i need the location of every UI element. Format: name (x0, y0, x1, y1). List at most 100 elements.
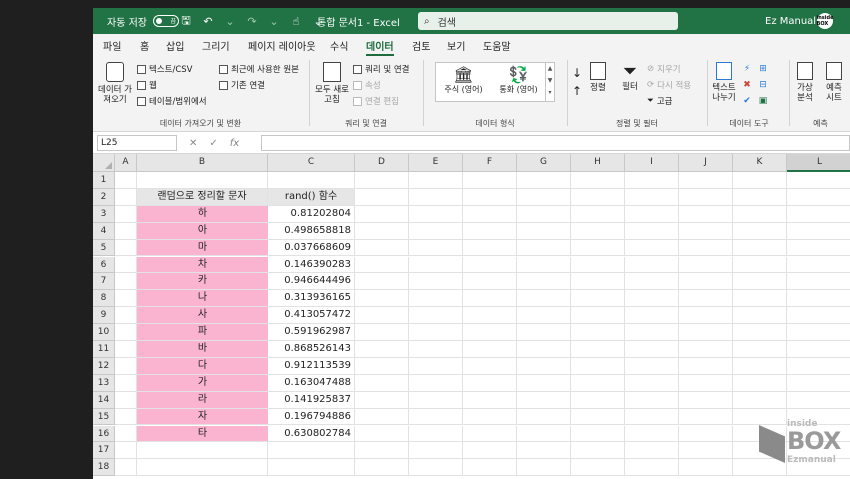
cell[interactable] (733, 205, 787, 223)
cell[interactable] (679, 408, 733, 426)
tab-data[interactable]: 데이터 (366, 38, 394, 56)
cell[interactable] (463, 442, 517, 460)
cell[interactable] (355, 273, 409, 291)
tab-help[interactable]: 도움말 (483, 38, 511, 53)
redo-icon[interactable]: ↷ (245, 14, 259, 28)
touch-mode-icon[interactable]: ☝ (289, 14, 303, 28)
letter-cell[interactable]: 가 (137, 374, 268, 392)
row-header-1[interactable]: 1 (93, 172, 115, 189)
cell[interactable] (137, 459, 268, 477)
row-header-10[interactable]: 10 (93, 324, 115, 341)
text-csv-button[interactable]: 텍스트/CSV (137, 63, 192, 75)
letter-cell[interactable]: 다 (137, 357, 268, 375)
row-header-17[interactable]: 17 (93, 442, 115, 460)
cell[interactable] (517, 341, 571, 358)
cell[interactable] (517, 391, 571, 409)
cell[interactable] (787, 341, 850, 358)
letter-cell[interactable]: 자 (137, 408, 268, 426)
header-cell-b2[interactable]: 랜덤으로 정리할 문자 (137, 188, 268, 206)
cell[interactable] (355, 290, 409, 308)
cell[interactable] (625, 442, 679, 460)
cell[interactable] (463, 256, 517, 274)
cell[interactable] (115, 442, 137, 460)
cell[interactable] (463, 341, 517, 358)
rand-cell[interactable]: 0.141925837 (268, 391, 355, 409)
tab-insert[interactable]: 삽입 (166, 38, 184, 53)
cell[interactable] (115, 205, 137, 223)
cell[interactable] (268, 172, 355, 189)
properties-button[interactable]: 속성 (353, 79, 381, 91)
cell[interactable] (679, 222, 733, 240)
cell[interactable] (355, 256, 409, 274)
cell[interactable] (115, 341, 137, 358)
recent-sources-button[interactable]: 최근에 사용한 원본 (219, 63, 299, 75)
cell[interactable] (268, 459, 355, 477)
refresh-all-button[interactable]: 모두 새로 고침 (313, 62, 351, 105)
cell[interactable] (115, 324, 137, 341)
cell[interactable] (409, 188, 463, 206)
column-header-a[interactable]: A (115, 154, 137, 172)
cell[interactable] (787, 172, 850, 189)
letter-cell[interactable]: 아 (137, 222, 268, 240)
cell[interactable] (409, 374, 463, 392)
cell[interactable] (517, 408, 571, 426)
cell[interactable] (355, 408, 409, 426)
row-header-12[interactable]: 12 (93, 357, 115, 375)
cell[interactable] (571, 341, 625, 358)
letter-cell[interactable]: 카 (137, 273, 268, 291)
column-header-b[interactable]: B (137, 154, 268, 172)
search-box[interactable]: ⌕ 검색 (418, 12, 678, 30)
cell[interactable] (355, 307, 409, 325)
cell[interactable] (733, 357, 787, 375)
column-header-c[interactable]: C (268, 154, 355, 172)
cell[interactable] (733, 391, 787, 409)
cell[interactable] (571, 357, 625, 375)
cell[interactable] (355, 239, 409, 257)
cell[interactable] (625, 425, 679, 443)
tab-draw[interactable]: 그리기 (202, 38, 230, 53)
cell[interactable] (733, 374, 787, 392)
cell[interactable] (463, 391, 517, 409)
cell[interactable] (517, 273, 571, 291)
rand-cell[interactable]: 0.868526143 (268, 341, 355, 358)
autosave-toggle[interactable]: 끔 (152, 15, 179, 27)
rand-cell[interactable]: 0.037668609 (268, 239, 355, 257)
cell[interactable] (625, 324, 679, 341)
cell[interactable] (463, 425, 517, 443)
cell[interactable] (355, 459, 409, 477)
cell[interactable] (463, 273, 517, 291)
rand-cell[interactable]: 0.498658818 (268, 222, 355, 240)
cell[interactable] (625, 341, 679, 358)
cell[interactable] (409, 205, 463, 223)
rand-cell[interactable]: 0.591962987 (268, 324, 355, 341)
column-header-j[interactable]: J (679, 154, 733, 172)
currency-button[interactable]: 💱 통화 (영어) (491, 65, 546, 94)
column-header-i[interactable]: I (625, 154, 679, 172)
rand-cell[interactable]: 0.146390283 (268, 256, 355, 274)
cell[interactable] (625, 374, 679, 392)
cell[interactable] (679, 357, 733, 375)
cell[interactable] (625, 459, 679, 477)
edit-links-button[interactable]: 연결 편집 (353, 95, 399, 107)
cell[interactable] (679, 391, 733, 409)
rand-cell[interactable]: 0.196794886 (268, 408, 355, 426)
cell[interactable] (463, 172, 517, 189)
cell[interactable] (463, 408, 517, 426)
cell[interactable] (517, 239, 571, 257)
cell[interactable] (679, 273, 733, 291)
cell[interactable] (787, 240, 850, 257)
cell[interactable] (115, 357, 137, 375)
cell[interactable] (355, 324, 409, 341)
column-header-l[interactable]: L (787, 154, 850, 172)
cell[interactable] (355, 341, 409, 358)
cell[interactable] (679, 324, 733, 341)
cell[interactable] (409, 290, 463, 308)
row-header-6[interactable]: 6 (93, 256, 115, 274)
cell[interactable] (571, 324, 625, 341)
cell[interactable] (463, 459, 517, 477)
cell[interactable] (409, 172, 463, 189)
stocks-button[interactable]: 🏛 주식 (영어) (436, 65, 491, 94)
cell[interactable] (137, 172, 268, 189)
cell[interactable] (679, 425, 733, 443)
cell[interactable] (787, 189, 850, 206)
